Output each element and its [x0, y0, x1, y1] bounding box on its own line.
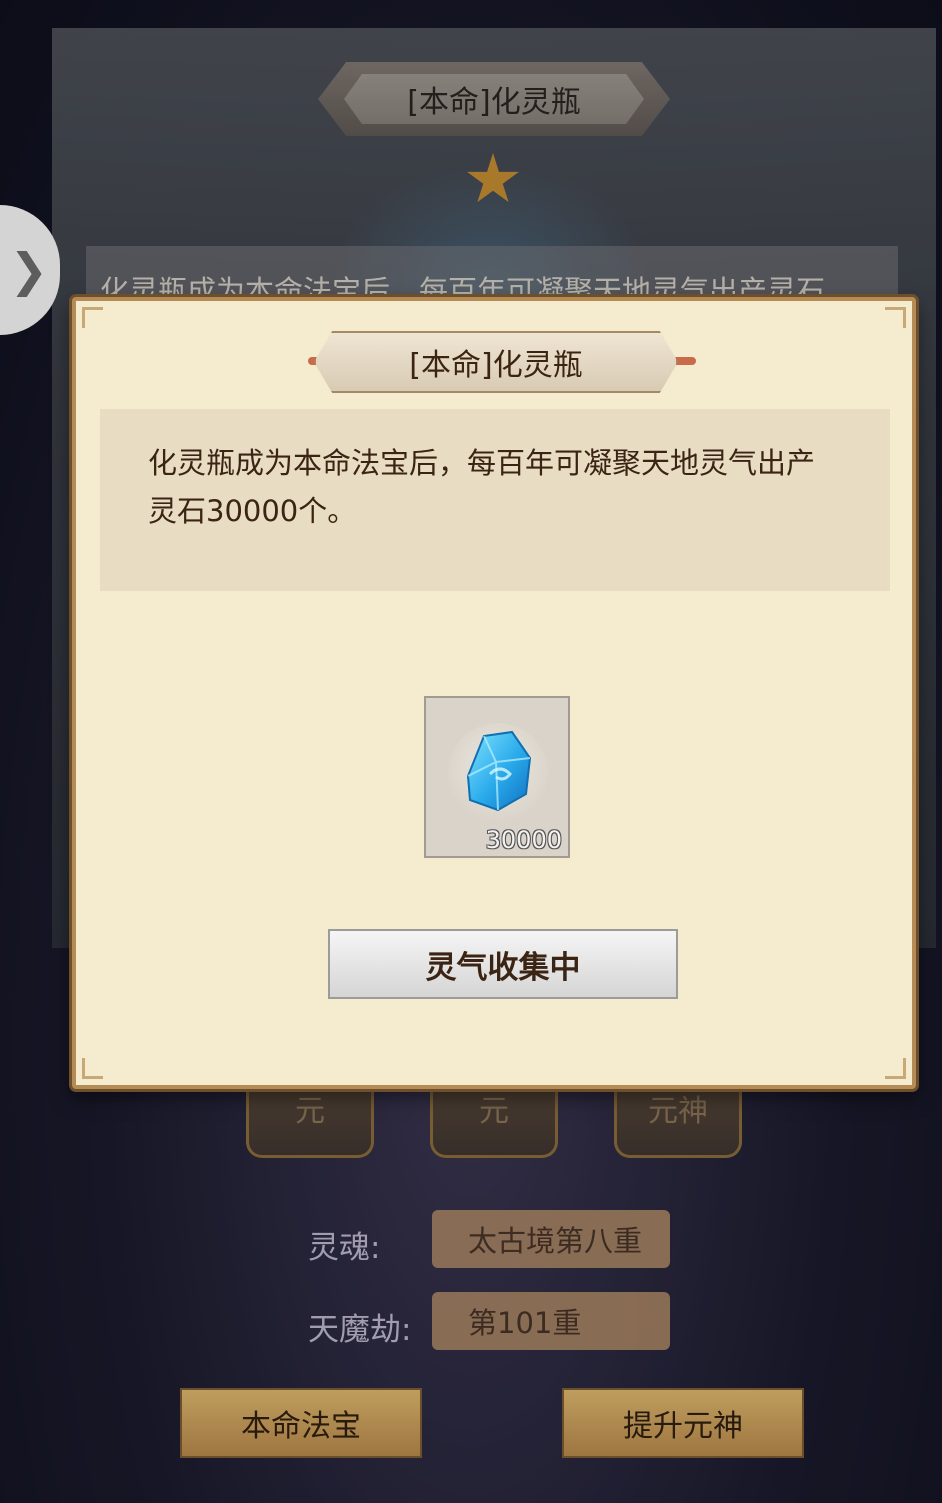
corner-ornament: [885, 1058, 906, 1079]
corner-ornament: [885, 307, 906, 328]
collecting-button[interactable]: 灵气收集中: [328, 929, 678, 999]
corner-ornament: [82, 307, 103, 328]
spirit-stone-icon: [448, 723, 548, 823]
item-detail-dialog: [本命]化灵瓶 化灵瓶成为本命法宝后，每百年可凝聚天地灵气出产灵石30000个。: [72, 297, 916, 1089]
dialog-title: [本命]化灵瓶: [314, 331, 678, 393]
reward-item-card[interactable]: 30000: [424, 696, 570, 858]
item-count: 30000: [485, 826, 562, 854]
corner-ornament: [82, 1058, 103, 1079]
description-box: 化灵瓶成为本命法宝后，每百年可凝聚天地灵气出产灵石30000个。: [100, 409, 890, 591]
item-description: 化灵瓶成为本命法宝后，每百年可凝聚天地灵气出产灵石30000个。: [148, 446, 816, 528]
